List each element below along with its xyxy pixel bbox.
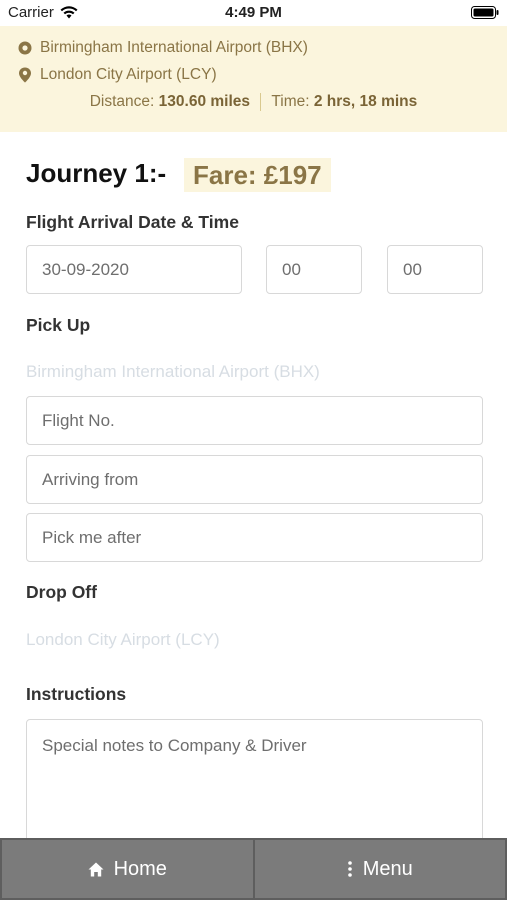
instructions-label: Instructions (26, 684, 127, 704)
arrival-date-input[interactable]: 30-09-2020 (26, 245, 242, 294)
menu-button[interactable]: Menu (254, 838, 507, 900)
pick-me-after-input[interactable]: Pick me after (26, 513, 483, 562)
home-icon (88, 862, 104, 876)
distance-label: Distance: (89, 93, 155, 111)
map-pin-icon (19, 67, 31, 83)
status-bar: Carrier 4:49 PM (0, 0, 507, 26)
arriving-from-input[interactable]: Arriving from (26, 455, 483, 504)
home-button[interactable]: Home (0, 838, 255, 900)
journey-title: Journey 1:- (26, 158, 167, 188)
distance-value: 130.60 miles (158, 93, 251, 111)
route-summary: Birmingham International Airport (BHX) L… (0, 26, 507, 132)
arrival-hour-input[interactable]: 00 (266, 245, 362, 294)
time-label: Time: (271, 93, 310, 111)
time-value: 2 hrs, 18 mins (313, 93, 418, 111)
fare-badge: Fare: £197 (184, 158, 331, 192)
pickup-label: Pick Up (26, 315, 91, 335)
status-time: 4:49 PM (225, 4, 282, 21)
home-label: Home (113, 857, 167, 880)
destination-label: London City Airport (LCY) (40, 66, 217, 83)
menu-label: Menu (362, 857, 413, 880)
dropoff-label: Drop Off (26, 582, 97, 602)
origin-label: Birmingham International Airport (BHX) (40, 39, 308, 56)
arrival-minute-input[interactable]: 00 (387, 245, 483, 294)
route-meta: Distance: 130.60 miles Time: 2 hrs, 18 m… (0, 93, 507, 111)
flight-no-input[interactable]: Flight No. (26, 396, 483, 445)
route-origin: Birmingham International Airport (BHX) (18, 39, 308, 57)
route-destination: London City Airport (LCY) (18, 66, 217, 84)
meta-divider (260, 93, 262, 111)
bottom-nav: Home Menu (0, 838, 507, 900)
instructions-textarea[interactable]: Special notes to Company & Driver (26, 719, 483, 849)
dropoff-location: London City Airport (LCY) (26, 630, 220, 649)
battery-icon (471, 6, 499, 19)
pickup-location: Birmingham International Airport (BHX) (26, 362, 320, 381)
arrival-label: Flight Arrival Date & Time (26, 212, 239, 232)
origin-marker-icon (18, 41, 32, 55)
more-vertical-icon (347, 861, 352, 877)
